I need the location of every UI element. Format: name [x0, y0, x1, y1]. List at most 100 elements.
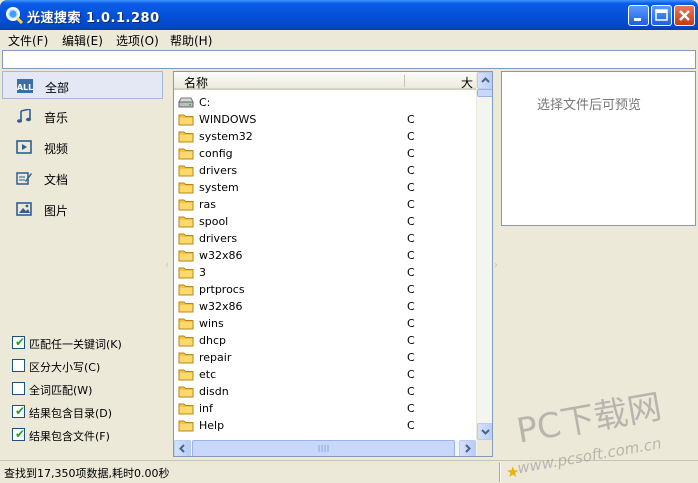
maximize-icon	[655, 9, 668, 21]
search-input[interactable]	[2, 50, 696, 69]
item-size: C	[407, 334, 415, 347]
folder-icon	[178, 403, 194, 415]
list-item[interactable]: repair C	[174, 349, 477, 366]
close-button[interactable]	[674, 5, 695, 26]
item-size: C	[407, 419, 415, 432]
list-item[interactable]: disdn C	[174, 383, 477, 400]
search-row	[0, 49, 698, 71]
item-name: prtprocs	[199, 283, 245, 296]
menu-file[interactable]: 文件(F)	[8, 32, 48, 49]
vertical-scrollbar[interactable]	[476, 72, 492, 440]
magnifier-app-icon	[6, 7, 23, 24]
scroll-right-button[interactable]	[459, 440, 476, 456]
category-label: 图片	[44, 204, 69, 218]
list-header: 名称 大	[174, 72, 477, 90]
list-item[interactable]: drivers C	[174, 230, 477, 247]
scroll-left-button[interactable]	[174, 440, 191, 456]
minimize-icon	[634, 18, 641, 21]
category-panel: ALL 全部 音乐 视频 文档 图片 ✔ 匹配任一关键词(K) 区分大小写(C)…	[2, 71, 164, 457]
list-item[interactable]: C:	[174, 94, 477, 111]
item-name: inf	[199, 402, 213, 415]
status-bar: 查找到17,350项数据,耗时0.00秒 ★	[0, 460, 698, 483]
close-icon	[679, 10, 690, 21]
list-item[interactable]: prtprocs C	[174, 281, 477, 298]
list-item[interactable]: ras C	[174, 196, 477, 213]
checkmark-icon: ✔	[15, 335, 26, 349]
document-icon	[16, 172, 32, 185]
category-label: 文档	[44, 173, 69, 187]
item-size: C	[407, 368, 415, 381]
list-item[interactable]: w32x86 C	[174, 298, 477, 315]
list-item[interactable]: system32 C	[174, 128, 477, 145]
item-name: disdn	[199, 385, 229, 398]
chevron-up-icon	[481, 77, 490, 83]
item-name: system32	[199, 130, 253, 143]
list-item[interactable]: wins C	[174, 315, 477, 332]
checkbox[interactable]	[12, 359, 25, 372]
list-item[interactable]: Help C	[174, 417, 477, 434]
category-document[interactable]: 文档	[2, 164, 163, 192]
list-item[interactable]: spool C	[174, 213, 477, 230]
picture-icon	[16, 202, 32, 216]
svg-text:ALL: ALL	[17, 83, 33, 92]
horizontal-scroll-thumb[interactable]	[192, 440, 455, 456]
scroll-up-button[interactable]	[477, 72, 492, 89]
item-name: w32x86	[199, 300, 243, 313]
scroll-corner	[477, 440, 492, 456]
checkbox[interactable]: ✔	[12, 428, 25, 441]
drive-icon	[178, 97, 194, 108]
folder-icon	[178, 318, 194, 330]
checkbox[interactable]: ✔	[12, 336, 25, 349]
column-header-size[interactable]: 大	[461, 74, 473, 91]
category-all[interactable]: ALL 全部	[2, 71, 163, 99]
menu-help[interactable]: 帮助(H)	[170, 32, 212, 49]
category-music[interactable]: 音乐	[2, 102, 163, 130]
list-item[interactable]: system C	[174, 179, 477, 196]
option-label: 结果包含文件(F)	[29, 430, 110, 443]
list-item[interactable]: drivers C	[174, 162, 477, 179]
minimize-button[interactable]	[628, 5, 649, 26]
checkbox[interactable]	[12, 382, 25, 395]
item-size: C	[407, 385, 415, 398]
star-icon[interactable]: ★	[506, 463, 519, 481]
horizontal-scrollbar[interactable]	[174, 440, 477, 456]
category-video[interactable]: 视频	[2, 133, 163, 161]
list-item[interactable]: config C	[174, 145, 477, 162]
item-size: C	[407, 181, 415, 194]
folder-icon	[178, 284, 194, 296]
list-item[interactable]: etc C	[174, 366, 477, 383]
item-name: spool	[199, 215, 229, 228]
chevron-left-icon	[179, 444, 185, 453]
video-icon	[16, 140, 32, 154]
column-header-name[interactable]: 名称	[184, 74, 208, 91]
list-item[interactable]: dhcp C	[174, 332, 477, 349]
list-item[interactable]: inf C	[174, 400, 477, 417]
column-divider[interactable]	[404, 75, 405, 87]
folder-icon	[178, 335, 194, 347]
item-size: C	[407, 215, 415, 228]
category-picture[interactable]: 图片	[2, 195, 163, 223]
folder-icon	[178, 148, 194, 160]
title-bar[interactable]: 光速搜索 1.0.1.280	[0, 0, 698, 30]
list-item[interactable]: WINDOWS C	[174, 111, 477, 128]
checkbox[interactable]: ✔	[12, 405, 25, 418]
status-text: 查找到17,350项数据,耗时0.00秒	[4, 467, 170, 480]
scroll-thumb[interactable]	[477, 89, 492, 97]
category-label: 全部	[45, 81, 70, 95]
scroll-down-button[interactable]	[477, 423, 492, 440]
results-list[interactable]: 名称 大 C: WINDOWS Csystem32 Cconfig Cdrivers Cs…	[173, 71, 493, 457]
folder-icon	[178, 216, 194, 228]
list-item[interactable]: w32x86 C	[174, 247, 477, 264]
item-name: drivers	[199, 232, 238, 245]
left-splitter-grip[interactable]: ‹	[165, 260, 169, 271]
folder-icon	[178, 165, 194, 177]
menu-options[interactable]: 选项(O)	[116, 32, 159, 49]
item-name: WINDOWS	[199, 113, 257, 126]
preview-pane: 选择文件后可预览	[501, 71, 696, 226]
menu-edit[interactable]: 编辑(E)	[62, 32, 103, 49]
folder-icon	[178, 114, 194, 126]
folder-icon	[178, 420, 194, 432]
maximize-button[interactable]	[651, 5, 672, 26]
right-splitter-grip[interactable]: ›	[494, 260, 498, 271]
list-item[interactable]: 3C	[174, 264, 477, 281]
